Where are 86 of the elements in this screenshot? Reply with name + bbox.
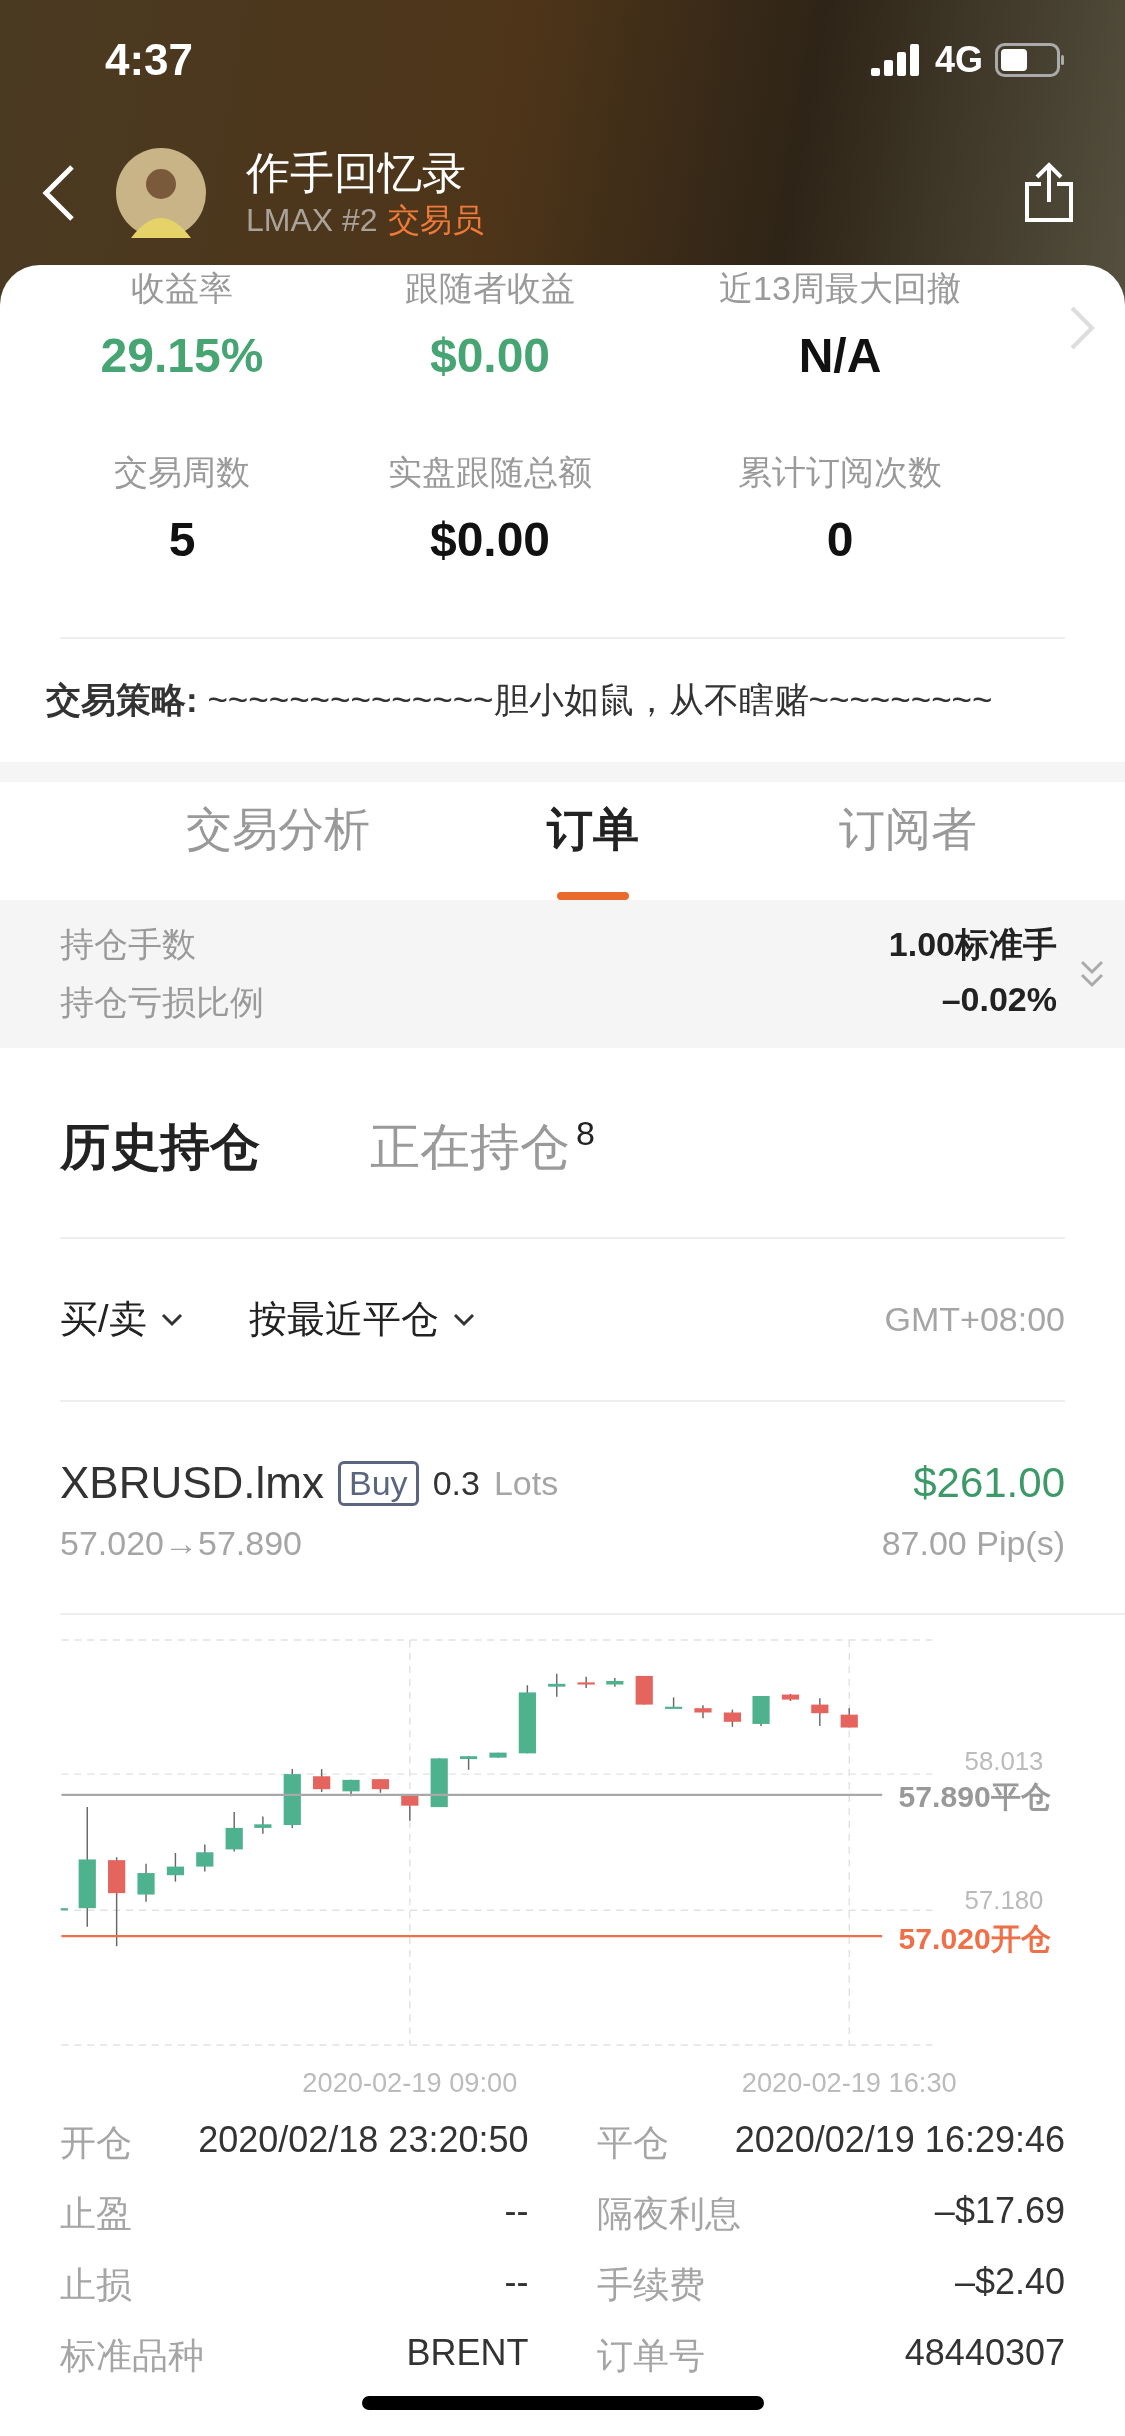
open-price-label: 57.020开仓 bbox=[898, 1922, 1051, 1956]
candle bbox=[401, 1794, 419, 1822]
stat-value: $0.00 bbox=[429, 329, 551, 383]
detail-label: 标准品种 bbox=[60, 2334, 204, 2378]
tab[interactable]: 订单 bbox=[435, 782, 750, 900]
detail-value: –$17.69 bbox=[934, 2190, 1065, 2233]
share-button[interactable] bbox=[1023, 161, 1075, 224]
summary-value: 1.00标准手 bbox=[888, 924, 1057, 965]
profit-value: $261.00 bbox=[913, 1459, 1065, 1507]
network-label: 4G bbox=[934, 39, 983, 81]
detail-value: 48440307 bbox=[904, 2332, 1065, 2375]
detail-value: -- bbox=[504, 2190, 529, 2233]
stat-value: N/A bbox=[798, 329, 882, 383]
summary-label: 持仓亏损比例 bbox=[60, 982, 264, 1023]
candle bbox=[752, 1695, 770, 1727]
candle bbox=[60, 1908, 68, 1911]
candle bbox=[518, 1684, 536, 1755]
lots-value: 0.3 bbox=[432, 1463, 480, 1503]
summary-value: –0.02% bbox=[941, 980, 1057, 1020]
axis-label: 2020-02-19 16:30 bbox=[741, 2067, 957, 2099]
candle bbox=[548, 1673, 566, 1698]
candle bbox=[694, 1704, 712, 1719]
stat-label: 收益率 bbox=[131, 269, 233, 307]
filter-dropdown[interactable]: 按最近平仓 bbox=[248, 1294, 475, 1345]
role-label: 交易员 bbox=[387, 200, 484, 240]
detail-value: 2020/02/18 23:20:50 bbox=[198, 2119, 529, 2162]
trader-name: 作手回忆录 bbox=[246, 146, 467, 199]
candle bbox=[840, 1707, 858, 1729]
candle bbox=[577, 1675, 595, 1689]
candle bbox=[635, 1675, 653, 1706]
candle bbox=[723, 1708, 741, 1728]
candle bbox=[371, 1778, 390, 1794]
lots-unit: Lots bbox=[493, 1463, 559, 1503]
candle bbox=[665, 1696, 683, 1709]
detail-label: 平仓 bbox=[596, 2121, 669, 2165]
detail-label: 止损 bbox=[60, 2263, 132, 2307]
broker-rank: LMAX #2 bbox=[246, 200, 378, 240]
axis-label: 58.013 bbox=[964, 1746, 1044, 1775]
stat-label: 交易周数 bbox=[114, 453, 250, 491]
stat-label: 跟随者收益 bbox=[405, 269, 575, 307]
detail-label: 订单号 bbox=[596, 2334, 705, 2378]
detail-label: 止盈 bbox=[60, 2192, 132, 2236]
detail-label: 手续费 bbox=[596, 2263, 705, 2307]
candle bbox=[430, 1757, 448, 1808]
summary-label: 持仓手数 bbox=[60, 924, 196, 965]
candle bbox=[313, 1768, 331, 1793]
candle bbox=[489, 1751, 507, 1759]
candle bbox=[811, 1697, 829, 1727]
candle bbox=[606, 1677, 624, 1688]
battery-icon bbox=[995, 43, 1065, 77]
detail-label: 开仓 bbox=[60, 2121, 132, 2165]
symbol-label: XBRUSD.lmx bbox=[60, 1458, 325, 1508]
caret-icon bbox=[452, 1312, 475, 1327]
detail-value: -- bbox=[504, 2261, 529, 2304]
pips-value: 87.00 Pip(s) bbox=[881, 1524, 1065, 1563]
timezone-label: GMT+08:00 bbox=[884, 1300, 1065, 1339]
candle bbox=[196, 1843, 214, 1873]
detail-value: –$2.40 bbox=[954, 2261, 1065, 2304]
axis-label: 57.180 bbox=[964, 1885, 1044, 1914]
candle bbox=[460, 1755, 478, 1771]
caret-icon bbox=[160, 1312, 183, 1327]
stat-value: $0.00 bbox=[429, 513, 551, 567]
strategy-text: 交易策略: ~~~~~~~~~~~~~~胆小如鼠，从不瞎赌~~~~~~~~~ bbox=[45, 679, 994, 721]
candle bbox=[254, 1815, 272, 1835]
candle bbox=[166, 1852, 184, 1883]
filter-dropdown[interactable]: 买/卖 bbox=[60, 1294, 183, 1345]
position-tab[interactable]: 历史持仓 bbox=[60, 1114, 260, 1181]
stat-label: 实盘跟随总额 bbox=[388, 453, 592, 491]
back-button[interactable] bbox=[40, 162, 76, 223]
stat-label: 累计订阅次数 bbox=[738, 453, 942, 491]
axis-label: 2020-02-19 09:00 bbox=[302, 2067, 518, 2099]
candle bbox=[225, 1811, 243, 1853]
detail-value: 2020/02/19 16:29:46 bbox=[734, 2119, 1065, 2162]
detail-value: BRENT bbox=[406, 2332, 529, 2375]
side-badge: Buy bbox=[338, 1460, 419, 1506]
stat-value: 5 bbox=[168, 513, 196, 567]
price-range: 57.020→57.890 bbox=[60, 1524, 302, 1563]
stat-label: 近13周最大回撤 bbox=[719, 269, 961, 307]
status-time: 4:37 bbox=[105, 35, 194, 85]
close-price-label: 57.890平仓 bbox=[898, 1780, 1051, 1814]
stat-value: 0 bbox=[826, 513, 854, 567]
candle bbox=[283, 1768, 301, 1829]
candle bbox=[137, 1863, 155, 1903]
candle bbox=[781, 1693, 800, 1702]
detail-label: 隔夜利息 bbox=[596, 2192, 741, 2236]
stat-value: 29.15% bbox=[100, 329, 264, 383]
